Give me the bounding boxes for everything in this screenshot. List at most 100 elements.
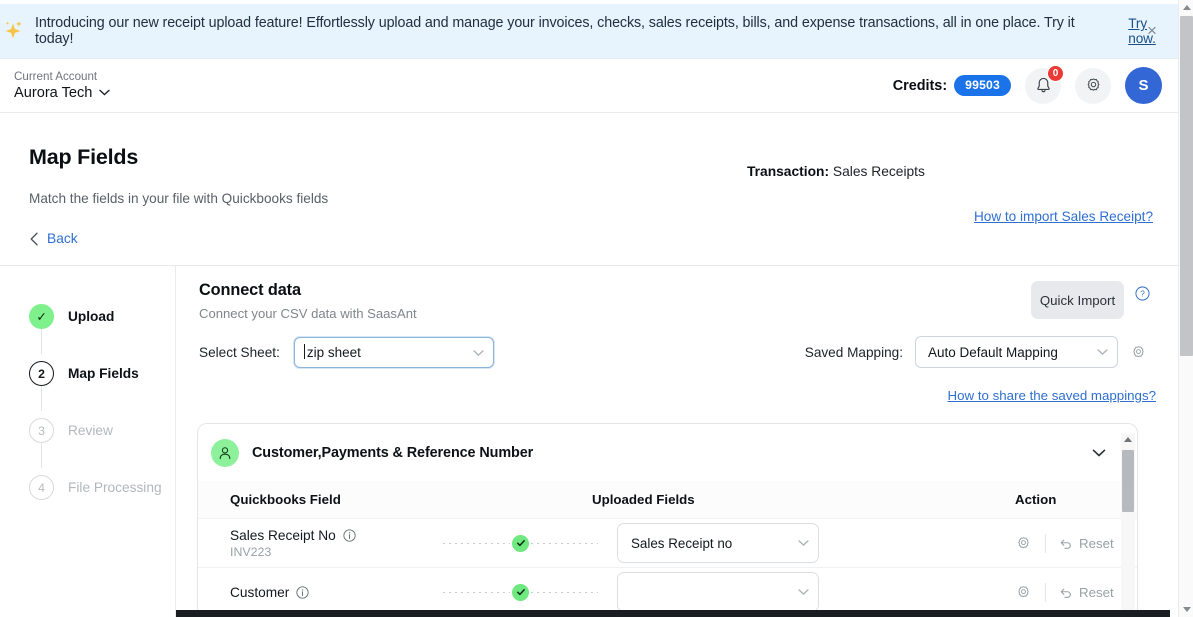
main-panel: Connect data Connect your CSV data with … bbox=[176, 266, 1178, 617]
mapping-group-header[interactable]: Customer,Payments & Reference Number bbox=[198, 424, 1137, 481]
step-map-fields-indicator: 2 bbox=[29, 361, 54, 386]
credits-label: Credits: bbox=[892, 77, 948, 94]
quickbooks-field-name-row: Sales Receipt No bbox=[230, 528, 592, 543]
reset-label: Reset bbox=[1079, 535, 1114, 551]
how-to-import-link[interactable]: How to import Sales Receipt? bbox=[974, 209, 1153, 224]
step-map-fields[interactable]: 2 Map Fields bbox=[0, 345, 175, 402]
scroll-down-arrow-icon[interactable] bbox=[1183, 607, 1191, 612]
quickbooks-field-cell: Customer bbox=[198, 585, 592, 600]
sparkle-icon bbox=[5, 21, 22, 39]
user-avatar[interactable]: S bbox=[1125, 67, 1162, 104]
account-name: Aurora Tech bbox=[14, 84, 93, 101]
connect-data-subtitle: Connect your CSV data with SaasAnt bbox=[199, 306, 417, 321]
notification-count-badge: 0 bbox=[1047, 64, 1064, 82]
step-upload-indicator: ✓ bbox=[29, 304, 54, 329]
progress-stepper: ✓ Upload 2 Map Fields 3 Review 4 File Pr… bbox=[0, 266, 176, 617]
mapping-settings-gear-icon[interactable] bbox=[1130, 344, 1147, 361]
share-mappings-link[interactable]: How to share the saved mappings? bbox=[948, 388, 1156, 403]
scroll-up-arrow-icon[interactable] bbox=[1183, 5, 1191, 10]
reset-label: Reset bbox=[1079, 584, 1114, 600]
chevron-down-icon[interactable] bbox=[1092, 448, 1106, 457]
card-scrollbar-thumb[interactable] bbox=[1122, 450, 1134, 512]
undo-icon bbox=[1060, 539, 1071, 549]
promo-banner-content: Introducing our new receipt upload featu… bbox=[0, 15, 1178, 47]
gear-icon bbox=[1087, 78, 1099, 91]
column-header-uploaded: Uploaded Fields bbox=[592, 492, 695, 507]
uploaded-field-value: Sales Receipt no bbox=[631, 535, 733, 551]
connect-data-title: Connect data bbox=[199, 281, 301, 299]
top-bar-actions: Credits: 99503 0 S bbox=[893, 64, 1162, 104]
person-icon bbox=[211, 438, 239, 467]
row-settings-gear-icon[interactable] bbox=[1015, 535, 1032, 552]
column-header-action: Action bbox=[1015, 492, 1057, 507]
mapping-card: Customer,Payments & Reference Number Qui… bbox=[197, 423, 1138, 617]
page-title: Map Fields bbox=[29, 145, 139, 169]
quickbooks-field-name: Customer bbox=[230, 584, 290, 600]
settings-button[interactable] bbox=[1075, 67, 1111, 104]
account-switcher[interactable]: Current Account Aurora Tech bbox=[14, 70, 111, 102]
scroll-up-arrow-icon[interactable] bbox=[1124, 437, 1132, 442]
action-cell: Reset bbox=[992, 582, 1137, 602]
column-header-quickbooks: Quickbooks Field bbox=[230, 492, 341, 507]
close-icon[interactable]: × bbox=[1142, 21, 1162, 41]
uploaded-field-select[interactable]: Sales Receipt no bbox=[617, 523, 819, 563]
uploaded-field-cell: Sales Receipt no bbox=[592, 523, 992, 563]
info-icon[interactable] bbox=[296, 585, 309, 599]
quickbooks-field-sample: INV223 bbox=[230, 544, 272, 559]
action-divider bbox=[1045, 533, 1046, 553]
quick-import-button[interactable]: Quick Import bbox=[1031, 281, 1124, 319]
transaction-info: Transaction: Sales Receipts bbox=[747, 164, 925, 179]
step-map-fields-label: Map Fields bbox=[68, 366, 139, 381]
transaction-label: Transaction: bbox=[747, 164, 830, 179]
back-button[interactable]: Back bbox=[29, 231, 78, 246]
info-icon[interactable] bbox=[343, 528, 356, 542]
svg-text:?: ? bbox=[1140, 289, 1145, 299]
reset-button[interactable]: Reset bbox=[1059, 585, 1114, 600]
table-row: Sales Receipt No INV223 Sales Receipt no… bbox=[198, 518, 1137, 567]
page-scrollbar[interactable] bbox=[1178, 0, 1193, 617]
step-review-indicator: 3 bbox=[29, 418, 54, 443]
chevron-down-icon bbox=[798, 540, 809, 546]
page-header: Map Fields Match the fields in your file… bbox=[0, 113, 1178, 266]
step-review-label: Review bbox=[68, 423, 113, 438]
step-upload-label: Upload bbox=[68, 309, 115, 324]
account-name-row[interactable]: Aurora Tech bbox=[14, 84, 111, 102]
chevron-down-icon bbox=[1097, 349, 1108, 355]
person-glyph-icon bbox=[219, 446, 231, 459]
quickbooks-field-name: Sales Receipt No bbox=[230, 527, 336, 543]
undo-icon bbox=[1060, 588, 1071, 598]
select-sheet-label: Select Sheet: bbox=[199, 345, 280, 360]
select-sheet-value: zip sheet bbox=[303, 344, 361, 360]
step-upload[interactable]: ✓ Upload bbox=[0, 288, 175, 345]
page-scrollbar-thumb[interactable] bbox=[1180, 16, 1193, 356]
help-icon[interactable]: ? bbox=[1135, 286, 1150, 301]
step-file-processing-indicator: 4 bbox=[29, 475, 54, 500]
chevron-left-icon bbox=[30, 232, 38, 245]
credits-display: Credits: 99503 bbox=[893, 75, 1011, 96]
quickbooks-field-cell: Sales Receipt No INV223 bbox=[198, 528, 592, 559]
page-subtitle: Match the fields in your file with Quick… bbox=[29, 191, 329, 206]
saved-mapping-value: Auto Default Mapping bbox=[928, 344, 1058, 360]
back-label: Back bbox=[47, 231, 78, 246]
step-file-processing: 4 File Processing bbox=[0, 459, 175, 516]
mapping-table-header: Quickbooks Field Uploaded Fields Action bbox=[198, 481, 1137, 518]
saved-mapping-select[interactable]: Auto Default Mapping bbox=[915, 336, 1118, 368]
reset-button[interactable]: Reset bbox=[1059, 536, 1114, 551]
chevron-down-icon bbox=[99, 89, 111, 96]
row-settings-gear-icon[interactable] bbox=[1015, 584, 1032, 601]
chevron-down-icon bbox=[798, 589, 809, 595]
uploaded-field-select[interactable] bbox=[617, 572, 819, 612]
select-sheet-input[interactable]: zip sheet bbox=[293, 337, 494, 368]
notifications-button[interactable]: 0 bbox=[1025, 64, 1064, 104]
uploaded-field-cell bbox=[592, 572, 992, 612]
credits-value-badge[interactable]: 99503 bbox=[954, 75, 1011, 96]
saved-mapping-label: Saved Mapping: bbox=[804, 344, 903, 360]
bottom-edge bbox=[176, 610, 1170, 617]
app-root: Introducing our new receipt upload featu… bbox=[0, 0, 1193, 617]
transaction-value: Sales Receipts bbox=[832, 164, 925, 179]
action-cell: Reset bbox=[992, 533, 1137, 553]
card-scrollbar[interactable] bbox=[1121, 434, 1135, 616]
step-file-processing-label: File Processing bbox=[68, 480, 162, 495]
chevron-down-icon bbox=[473, 349, 484, 356]
select-sheet-row: Select Sheet: zip sheet bbox=[199, 337, 494, 368]
